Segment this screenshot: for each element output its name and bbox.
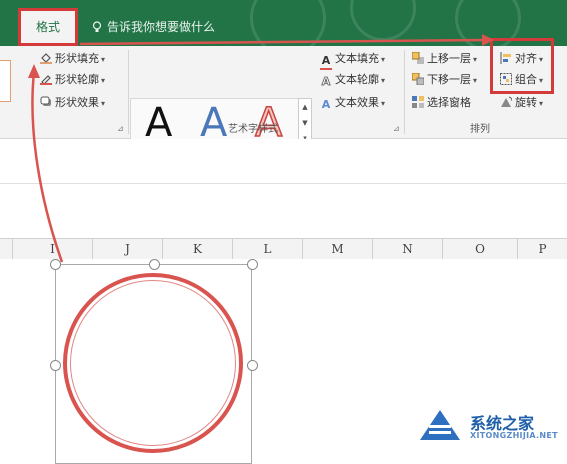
arrow-to-format-tab	[31, 71, 64, 263]
arrow-to-align-group	[79, 38, 487, 46]
watermark-logo-icon	[420, 410, 460, 440]
arrowhead	[482, 34, 494, 46]
arrowhead	[28, 64, 40, 78]
annotation-arrows	[28, 34, 494, 263]
watermark-url: XITONGZHIJIA.NET	[470, 431, 558, 440]
